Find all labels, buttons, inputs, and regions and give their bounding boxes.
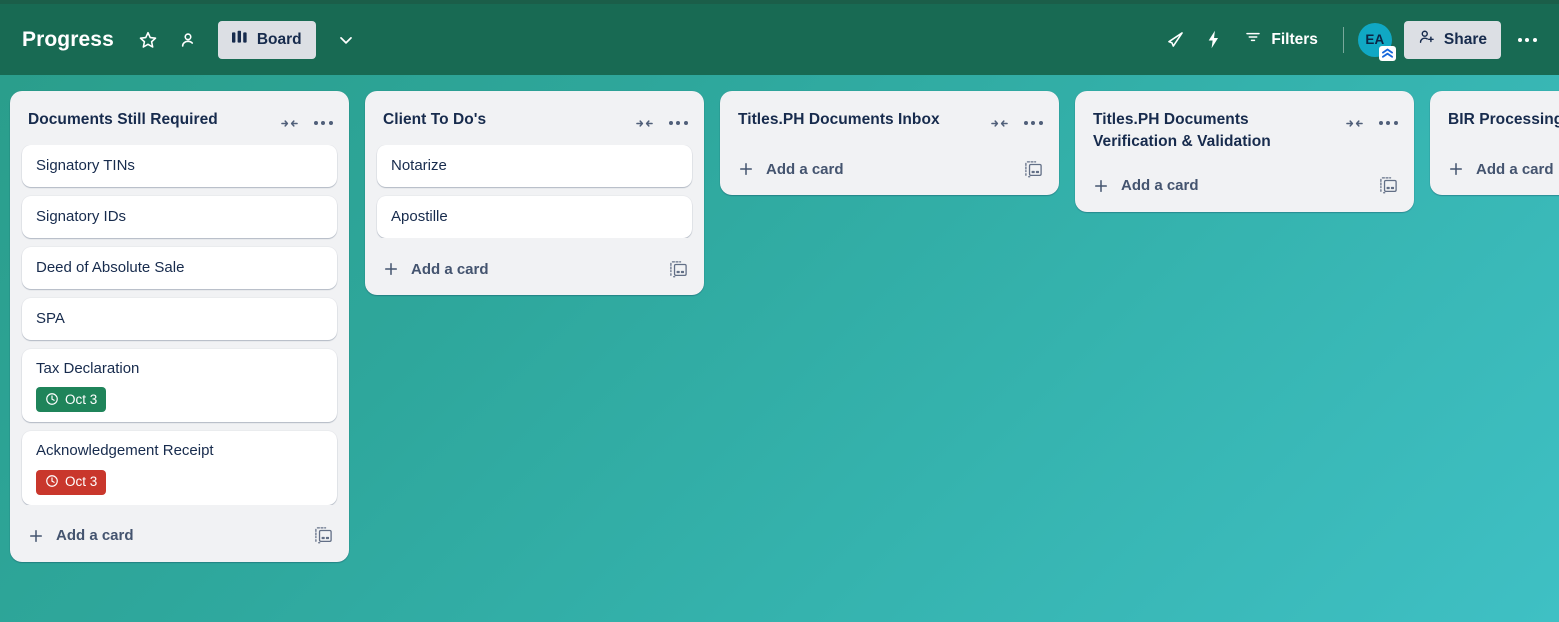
board-lists-container: Documents Still Required Signatory TINs S… (0, 75, 1559, 622)
board-view-icon (231, 30, 249, 50)
list-header: Documents Still Required (18, 99, 341, 145)
card-title: Acknowledgement Receipt (36, 442, 214, 460)
ellipsis-icon (1378, 121, 1398, 125)
plus-icon (1091, 176, 1111, 196)
collapse-list-icon[interactable] (630, 109, 658, 137)
board-card[interactable]: Notarize (377, 145, 692, 187)
add-card-label: Add a card (766, 160, 844, 178)
list-menu-button[interactable] (664, 109, 692, 137)
card-template-icon[interactable] (1021, 157, 1045, 181)
ellipsis-icon (313, 121, 333, 125)
board-list: Client To Do's Notarize Apostille Add a c… (365, 91, 704, 295)
trello-board-app: Progress Board Filters EA Share Document… (0, 0, 1559, 622)
page-title: Progress (22, 27, 114, 51)
plus-icon (26, 526, 46, 546)
board-list: Titles.PH Documents Inbox Add a card (720, 91, 1059, 195)
view-switcher: Board (217, 20, 364, 59)
list-menu-button[interactable] (309, 109, 337, 137)
list-header: Titles.PH Documents Inbox (728, 99, 1051, 145)
list-header: BIR Processing (1438, 99, 1559, 145)
card-title: Notarize (391, 156, 447, 174)
list-header: Client To Do's (373, 99, 696, 145)
add-card-label: Add a card (56, 527, 134, 544)
ellipsis-icon (668, 121, 688, 125)
card-template-icon[interactable] (666, 257, 690, 281)
header-divider (1342, 26, 1344, 53)
card-title: SPA (36, 309, 65, 327)
ellipsis-icon (1517, 37, 1537, 42)
add-card-row[interactable]: Add a card (373, 247, 696, 287)
board-header-left: Progress Board (22, 20, 1157, 59)
plus-icon (1446, 159, 1466, 179)
list-cards: Notarize Apostille (373, 145, 696, 238)
card-badges: Oct 3 (36, 387, 325, 413)
add-card-label: Add a card (1476, 160, 1554, 178)
add-card-row[interactable]: Add a card (1438, 147, 1559, 187)
view-button-label: Board (256, 30, 302, 48)
list-menu-button[interactable] (1374, 109, 1402, 137)
list-title[interactable]: Documents Still Required (28, 109, 269, 131)
card-title: Signatory IDs (36, 207, 127, 225)
card-template-icon[interactable] (1376, 174, 1400, 198)
star-icon[interactable] (130, 22, 166, 58)
card-template-icon[interactable] (311, 524, 335, 548)
workspace-visibility-icon[interactable] (170, 22, 206, 58)
board-card[interactable]: Apostille (377, 196, 692, 238)
chevron-down-icon[interactable] (328, 22, 364, 58)
list-cards: Signatory TINs Signatory IDs Deed of Absol… (18, 145, 341, 505)
lightning-bolt-icon[interactable] (1195, 22, 1231, 58)
plus-icon (736, 159, 756, 179)
due-date-badge[interactable]: Oct 3 (36, 469, 107, 495)
board-overflow-menu-button[interactable] (1509, 22, 1545, 58)
due-date-label: Oct 3 (65, 392, 98, 407)
add-card-row[interactable]: Add a card (18, 514, 341, 554)
collapse-list-icon[interactable] (985, 109, 1013, 137)
add-card-label: Add a card (411, 260, 489, 278)
add-card-label: Add a card (1121, 177, 1199, 195)
plus-icon (381, 259, 401, 279)
board-header: Progress Board Filters EA Share (0, 4, 1559, 75)
filters-label: Filters (1271, 30, 1318, 48)
due-date-label: Oct 3 (65, 474, 98, 490)
card-title: Deed of Absolute Sale (36, 258, 185, 276)
share-label: Share (1443, 30, 1487, 48)
board-list: Titles.PH Documents Verification & Valid… (1075, 91, 1414, 212)
add-card-row[interactable]: Add a card (728, 147, 1051, 187)
clock-icon (45, 392, 59, 409)
list-header: Titles.PH Documents Verification & Valid… (1083, 99, 1406, 162)
card-title: Apostille (391, 207, 448, 225)
share-button[interactable]: Share (1403, 20, 1501, 59)
board-card[interactable]: Signatory TINs (22, 145, 337, 187)
ellipsis-icon (1023, 121, 1043, 125)
person-add-icon (1418, 28, 1436, 51)
card-badges: Oct 3 (36, 469, 325, 495)
board-header-right: Filters EA Share (1157, 20, 1545, 61)
list-title[interactable]: BIR Processing (1448, 109, 1559, 131)
board-list: Documents Still Required Signatory TINs S… (10, 91, 349, 562)
board-card[interactable]: Signatory IDs (22, 196, 337, 238)
avatar[interactable]: EA (1357, 22, 1396, 61)
card-title: Signatory TINs (36, 156, 135, 174)
list-title[interactable]: Client To Do's (383, 109, 624, 131)
add-card-row[interactable]: Add a card (1083, 164, 1406, 204)
collapse-list-icon[interactable] (1340, 109, 1368, 137)
board-card[interactable]: Tax Declaration Oct 3 (22, 349, 337, 423)
board-list: BIR Processing Add a card (1430, 91, 1559, 195)
rocket-icon[interactable] (1157, 22, 1193, 58)
collapse-list-icon[interactable] (275, 109, 303, 137)
board-card[interactable]: SPA (22, 298, 337, 340)
card-title: Tax Declaration (36, 360, 140, 377)
clock-icon (45, 474, 59, 491)
list-menu-button[interactable] (1019, 109, 1047, 137)
board-card[interactable]: Acknowledgement Receipt Oct 3 (22, 431, 337, 505)
board-card[interactable]: Deed of Absolute Sale (22, 247, 337, 289)
list-title[interactable]: Titles.PH Documents Verification & Valid… (1093, 109, 1334, 154)
list-title[interactable]: Titles.PH Documents Inbox (738, 109, 979, 131)
due-date-badge[interactable]: Oct 3 (36, 387, 107, 413)
tab-board-view[interactable]: Board (217, 20, 316, 59)
premium-chevrons-badge-icon (1378, 45, 1396, 61)
filter-icon (1244, 28, 1262, 51)
filters-button[interactable]: Filters (1233, 21, 1329, 59)
